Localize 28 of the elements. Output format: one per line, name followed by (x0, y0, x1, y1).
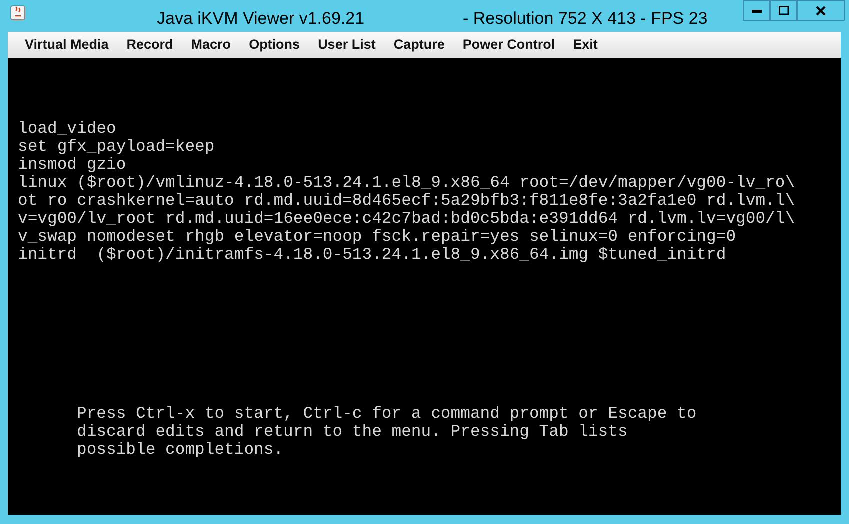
menu-item[interactable]: Capture (384, 34, 454, 56)
menu-item[interactable]: Exit (564, 34, 607, 56)
console-line: set gfx_payload=keep (18, 138, 216, 156)
help-text: discard edits and return to the menu. Pressing Tab lists (77, 423, 629, 441)
minimize-icon (752, 8, 762, 12)
help-text: Press Ctrl-x to start, Ctrl-c for a command prompt or Escape to (77, 405, 698, 423)
window-subtitle: - Resolution 752 X 413 - FPS 23 (463, 8, 708, 30)
console-line: ot ro crashkernel=auto rd.md.uuid=8d465ecf:5a29bfb3:f811e8fe:3a2fa1e0 rd.lvm.l\ (18, 192, 796, 210)
console-line: v_swap nomodeset rhgb elevator=noop fsck.repair=yes selinux=0 enforcing=0 (18, 228, 738, 246)
minimize-button[interactable] (743, 0, 770, 21)
window-title: Java iKVM Viewer v1.69.21 (157, 8, 365, 30)
menu-item[interactable]: Macro (182, 34, 240, 56)
menu-item[interactable]: Options (240, 34, 310, 56)
close-button[interactable] (797, 0, 845, 21)
menu-item[interactable]: Virtual Media (16, 34, 118, 56)
menu-item[interactable]: Record (118, 34, 182, 56)
console-line: insmod gzio (18, 156, 128, 174)
console-line: linux ($root)/vmlinuz-4.18.0-513.24.1.el8_9.x86_64 root=/dev/mapper/vg00-lv_ro\ (18, 174, 796, 192)
close-icon (816, 6, 826, 16)
console-line: load_video (18, 120, 118, 138)
java-app-icon (10, 5, 26, 21)
console-line: v=vg00/lv_root rd.md.uuid=16ee0ece:c42c7bad:bd0c5bda:e391dd64 rd.lvm.lv=vg00/l\ (18, 210, 796, 228)
maximize-button[interactable] (770, 0, 797, 21)
help-text: possible completions. (77, 441, 285, 459)
menu-item[interactable]: User List (309, 34, 385, 56)
maximize-icon (778, 6, 788, 15)
menu-item[interactable]: Power Control (454, 34, 564, 56)
console-line: initrd ($root)/initramfs-4.18.0-513.24.1.el8_9.x86_64.img $tuned_initrd (18, 246, 728, 264)
